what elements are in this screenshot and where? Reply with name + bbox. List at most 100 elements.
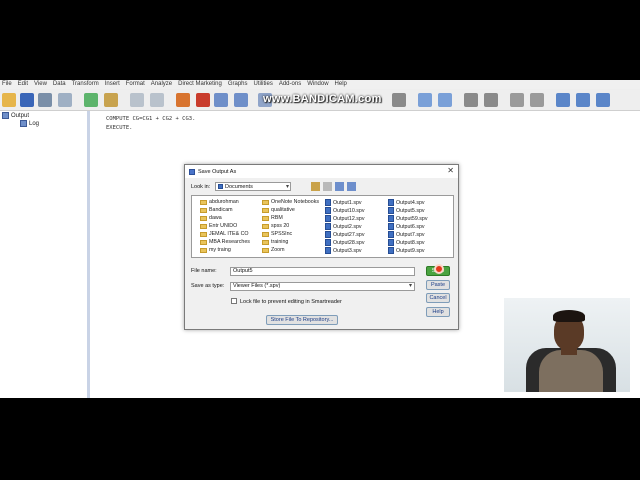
menu-transform[interactable]: Transform (72, 80, 99, 89)
list-item[interactable]: Output8.spv (388, 239, 425, 246)
select-last-output-icon[interactable] (392, 93, 406, 107)
menu-analyze[interactable]: Analyze (151, 80, 172, 89)
list-item[interactable]: Output59.spv (388, 215, 428, 222)
list-item[interactable]: dawa (200, 215, 222, 221)
folder-icon (262, 247, 269, 253)
list-item[interactable]: Output28.spv (325, 239, 365, 246)
list-item[interactable]: JEMAL ITE& CO (200, 231, 249, 237)
spv-file-icon (325, 247, 331, 254)
folder-icon (262, 239, 269, 245)
menu-window[interactable]: Window (307, 80, 328, 89)
spv-file-icon (388, 231, 394, 238)
save-icon[interactable] (20, 93, 34, 107)
recall-dialog-icon[interactable] (104, 93, 118, 107)
goto-variable-icon[interactable] (214, 93, 228, 107)
list-item[interactable]: Entr UNIDO (200, 223, 237, 229)
list-item[interactable]: Output5.spv (388, 207, 425, 214)
goto-data-icon[interactable] (176, 93, 190, 107)
list-item[interactable]: Output6.spv (388, 223, 425, 230)
filename-input[interactable]: Output5 (230, 267, 415, 276)
export-icon[interactable] (84, 93, 98, 107)
menu-file[interactable]: File (2, 80, 12, 89)
open-folder-icon[interactable] (2, 93, 16, 107)
print-icon[interactable] (38, 93, 52, 107)
close-icon[interactable]: ✕ (447, 166, 454, 175)
menu-add-ons[interactable]: Add-ons (279, 80, 301, 89)
list-item[interactable]: abdurohman (200, 199, 239, 205)
list-item[interactable]: SPSSInc (262, 231, 292, 237)
menu-utilities[interactable]: Utilities (254, 80, 273, 89)
folder-icon (200, 247, 207, 253)
list-item[interactable]: Output10.spv (325, 207, 365, 214)
menu-help[interactable]: Help (335, 80, 347, 89)
spv-file-icon (388, 207, 394, 214)
variables-icon[interactable] (234, 93, 248, 107)
list-item[interactable]: RBM (262, 215, 283, 221)
outline-pane: Output Log (0, 111, 90, 398)
store-to-repository-button[interactable]: Store File To Repository... (266, 315, 338, 325)
insert-heading-icon[interactable] (556, 93, 570, 107)
folder-icon (200, 207, 207, 213)
paste-button[interactable]: Paste (426, 280, 450, 290)
list-item[interactable]: Output7.spv (388, 231, 425, 238)
new-folder-icon[interactable] (323, 182, 332, 191)
help-button[interactable]: Help (426, 307, 450, 317)
goto-case-icon[interactable] (196, 93, 210, 107)
list-item[interactable]: MBA Researches (200, 239, 250, 245)
list-item[interactable]: Output9.spv (388, 247, 425, 254)
spv-file-icon (325, 239, 331, 246)
menu-insert[interactable]: Insert (105, 80, 120, 89)
outline-root[interactable]: Output (2, 112, 29, 119)
list-item[interactable]: training (262, 239, 288, 245)
undo-icon[interactable] (130, 93, 144, 107)
menu-format[interactable]: Format (126, 80, 145, 89)
folder-icon (200, 199, 207, 205)
outline-log[interactable]: Log (20, 120, 39, 127)
menu-view[interactable]: View (34, 80, 47, 89)
collapse-minus-icon[interactable] (484, 93, 498, 107)
spss-app-icon (189, 168, 195, 175)
saveas-dropdown[interactable]: Viewer Files (*.spv) ▾ (230, 282, 415, 291)
insert-title-icon[interactable] (576, 93, 590, 107)
list-item[interactable]: Output1.spv (325, 199, 362, 206)
lookin-dropdown[interactable]: Documents ▾ (215, 182, 291, 191)
list-item[interactable]: my traing (200, 247, 231, 253)
cancel-button[interactable]: Cancel (426, 293, 450, 303)
folder-icon (200, 239, 207, 245)
spv-file-icon (325, 223, 331, 230)
redo-icon[interactable] (150, 93, 164, 107)
expand-plus-icon[interactable] (464, 93, 478, 107)
bandicam-watermark: www.BANDICAM.com (263, 93, 382, 105)
menu-direct-marketing[interactable]: Direct Marketing (178, 80, 222, 89)
list-item[interactable]: Output27.spv (325, 231, 365, 238)
list-item[interactable]: Output2.spv (325, 223, 362, 230)
list-item[interactable]: qualitative (262, 207, 295, 213)
list-item[interactable]: Output4.spv (388, 199, 425, 206)
list-view-icon[interactable] (335, 182, 344, 191)
list-item[interactable]: Output12.spv (325, 215, 365, 222)
list-item[interactable]: OneNote Notebooks (262, 199, 319, 205)
insert-text-icon[interactable] (596, 93, 610, 107)
list-item[interactable]: spss 20 (262, 223, 289, 229)
list-item[interactable]: Zoom (262, 247, 285, 253)
demote-right-icon[interactable] (438, 93, 452, 107)
hide-icon[interactable] (530, 93, 544, 107)
list-item[interactable]: Bandicam (200, 207, 233, 213)
folder-icon (200, 215, 207, 221)
print-preview-icon[interactable] (58, 93, 72, 107)
saveas-label: Save as type: (191, 283, 225, 289)
menu-graphs[interactable]: Graphs (228, 80, 248, 89)
promote-left-icon[interactable] (418, 93, 432, 107)
menu-data[interactable]: Data (53, 80, 66, 89)
menu-edit[interactable]: Edit (18, 80, 28, 89)
menu-bar: File Edit View Data Transform Insert For… (0, 80, 640, 89)
list-item[interactable]: Output3.spv (325, 247, 362, 254)
file-list[interactable]: abdurohman Bandicam dawa Entr UNIDO JEMA… (191, 195, 454, 258)
show-icon[interactable] (510, 93, 524, 107)
chevron-down-icon: ▾ (408, 283, 412, 289)
details-view-icon[interactable] (347, 182, 356, 191)
lookin-label: Look in: (191, 184, 211, 190)
lock-file-checkbox[interactable] (231, 298, 237, 304)
up-folder-icon[interactable] (311, 182, 320, 191)
dialog-title: Save Output As (198, 168, 237, 175)
